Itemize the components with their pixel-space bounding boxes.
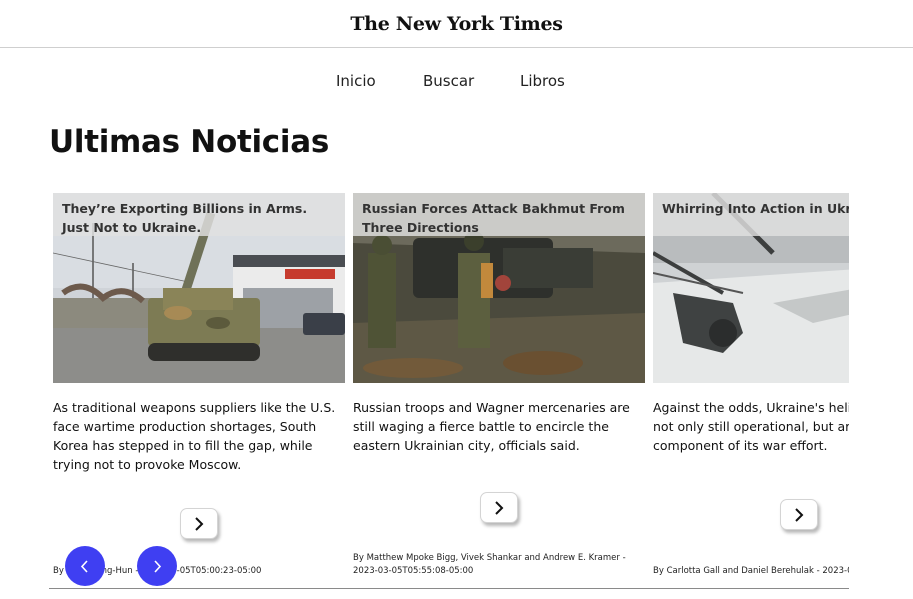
main-nav: Inicio Buscar Libros: [0, 72, 913, 94]
article-byline: By Matthew Mpoke Bigg, Vivek Shankar and…: [353, 553, 626, 576]
chevron-right-icon: [795, 507, 804, 522]
next-button[interactable]: [780, 499, 818, 530]
article-summary: Against the odds, Ukraine's helicopters …: [653, 400, 849, 453]
news-carousel: They’re Exporting Billions in Arms. Just…: [53, 193, 849, 585]
article-headline[interactable]: Whirring Into Action in Ukraine: [662, 199, 849, 218]
article-summary: As traditional weapons suppliers like th…: [53, 400, 336, 472]
article-card: Russian Forces Attack Bakhmut From Three…: [353, 193, 645, 585]
article-byline: By Carlotta Gall and Daniel Berehulak - …: [653, 566, 849, 576]
chevron-right-icon: [195, 516, 204, 531]
chevron-left-icon: [80, 559, 88, 573]
chevron-right-icon: [154, 559, 162, 573]
article-image[interactable]: Whirring Into Action in Ukraine: [653, 193, 849, 383]
carousel-next-button[interactable]: [137, 546, 177, 586]
next-button[interactable]: [180, 508, 218, 539]
next-button[interactable]: [480, 492, 518, 523]
masthead: The New York Times: [0, 0, 913, 48]
nav-link-buscar[interactable]: Buscar: [423, 72, 474, 90]
bottom-divider: [49, 588, 849, 589]
headline-overlay: Whirring Into Action in Ukraine: [653, 193, 849, 236]
article-image[interactable]: They’re Exporting Billions in Arms. Just…: [53, 193, 345, 383]
page-title: Ultimas Noticias: [49, 124, 329, 160]
article-card: They’re Exporting Billions in Arms. Just…: [53, 193, 345, 585]
article-headline[interactable]: Russian Forces Attack Bakhmut From Three…: [362, 199, 636, 237]
headline-overlay: They’re Exporting Billions in Arms. Just…: [53, 193, 345, 236]
article-summary: Russian troops and Wagner mercenaries ar…: [353, 400, 630, 453]
article-headline[interactable]: They’re Exporting Billions in Arms. Just…: [62, 199, 336, 237]
article-card: Whirring Into Action in Ukraine Against …: [653, 193, 849, 585]
nav-link-inicio[interactable]: Inicio: [336, 72, 376, 90]
site-logo[interactable]: The New York Times: [350, 13, 563, 35]
article-image[interactable]: Russian Forces Attack Bakhmut From Three…: [353, 193, 645, 383]
chevron-right-icon: [495, 500, 504, 515]
carousel-prev-button[interactable]: [65, 546, 105, 586]
nav-link-libros[interactable]: Libros: [520, 72, 565, 90]
headline-overlay: Russian Forces Attack Bakhmut From Three…: [353, 193, 645, 236]
